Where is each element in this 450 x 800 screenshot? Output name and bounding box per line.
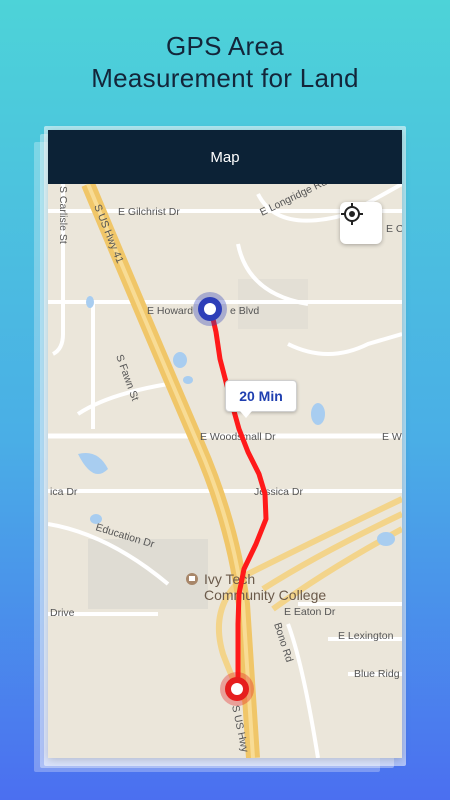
- street-label: E Gilchrist Dr: [118, 206, 180, 218]
- route-end-marker[interactable]: [220, 672, 254, 706]
- app-bar: Map: [48, 130, 402, 184]
- promo-title-line1: GPS Area: [165, 31, 285, 61]
- street-label: ica Dr: [50, 486, 78, 498]
- route-duration-bubble: 20 Min: [225, 380, 297, 418]
- my-location-button[interactable]: [340, 202, 382, 244]
- gps-crosshair-icon: [341, 203, 363, 225]
- street-label: Drive: [50, 607, 75, 619]
- route-start-marker[interactable]: [193, 292, 227, 326]
- route-duration-label: 20 Min: [239, 388, 283, 404]
- map-view[interactable]: S Carlisle St S US Hwy 41 E Gilchrist Dr…: [48, 184, 402, 758]
- street-label: E Eaton Dr: [284, 606, 336, 618]
- map-canvas[interactable]: S Carlisle St S US Hwy 41 E Gilchrist Dr…: [48, 184, 402, 758]
- street-label: S Carlisle St: [57, 186, 69, 244]
- street-label: E W: [382, 431, 402, 443]
- street-label: Bono Rd: [271, 621, 295, 664]
- promo-title-line2: Measurement for Land: [91, 63, 359, 93]
- app-screen: Map S Carlisle St S US Hwy 41 E Gilchris…: [48, 130, 402, 758]
- promo-headline: GPS Area Measurement for Land: [0, 30, 450, 94]
- school-icon: [186, 573, 198, 585]
- app-bar-title: Map: [210, 148, 240, 166]
- poi-label-line1: Ivy Tech: [204, 571, 255, 587]
- street-label: e Blvd: [230, 305, 259, 317]
- street-label: Blue Ridg: [354, 668, 400, 680]
- street-label: E Lexington: [338, 630, 394, 642]
- street-label: E Howard: [147, 305, 193, 317]
- street-label: E Longridge Rd: [258, 184, 329, 219]
- poi-label-line2: Community College: [204, 587, 326, 603]
- street-label: E C: [386, 223, 402, 235]
